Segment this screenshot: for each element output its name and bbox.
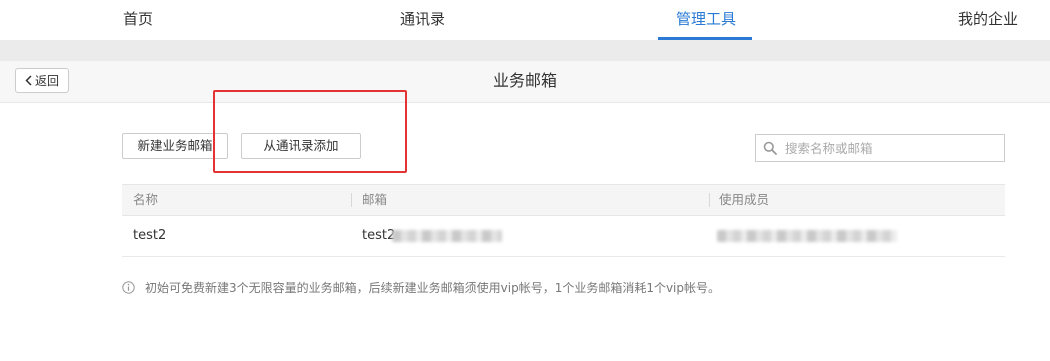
column-header-name: 名称 <box>133 192 159 207</box>
nav-item-management-tools[interactable]: 管理工具 <box>676 0 736 40</box>
redacted-email-domain <box>392 230 502 242</box>
info-icon <box>122 280 135 294</box>
top-nav: 首页 通讯录 管理工具 我的企业 <box>0 0 1050 40</box>
table-row[interactable]: test2 test2 <box>122 216 1005 257</box>
nav-item-my-enterprise[interactable]: 我的企业 <box>958 0 1018 40</box>
chevron-left-icon <box>25 75 32 86</box>
search-box[interactable] <box>755 134 1005 162</box>
nav-item-home[interactable]: 首页 <box>123 0 153 40</box>
sub-header: 业务邮箱 返回 <box>0 61 1050 103</box>
cell-name: test2 <box>133 228 167 243</box>
column-header-members: 使用成员 <box>719 192 770 207</box>
back-button[interactable]: 返回 <box>15 68 69 93</box>
column-divider <box>709 193 710 207</box>
notice-text: 初始可免费新建3个无限容量的业务邮箱，后续新建业务邮箱须使用vip帐号，1个业务… <box>145 280 721 295</box>
cell-email: test2 <box>362 228 396 243</box>
search-input[interactable] <box>785 140 995 156</box>
info-notice: 初始可免费新建3个无限容量的业务邮箱，后续新建业务邮箱须使用vip帐号，1个业务… <box>122 278 720 296</box>
column-divider <box>351 193 352 207</box>
new-business-mailbox-button[interactable]: 新建业务邮箱 <box>122 133 228 159</box>
table-header: 名称 邮箱 使用成员 <box>122 184 1005 216</box>
redacted-members <box>717 230 897 242</box>
header-divider-band <box>0 40 1050 61</box>
page-title: 业务邮箱 <box>492 71 557 90</box>
column-header-email: 邮箱 <box>362 192 388 207</box>
search-icon <box>763 141 777 155</box>
add-from-contacts-button[interactable]: 从通讯录添加 <box>241 133 361 159</box>
back-button-label: 返回 <box>34 74 59 88</box>
nav-item-contacts[interactable]: 通讯录 <box>400 0 445 40</box>
